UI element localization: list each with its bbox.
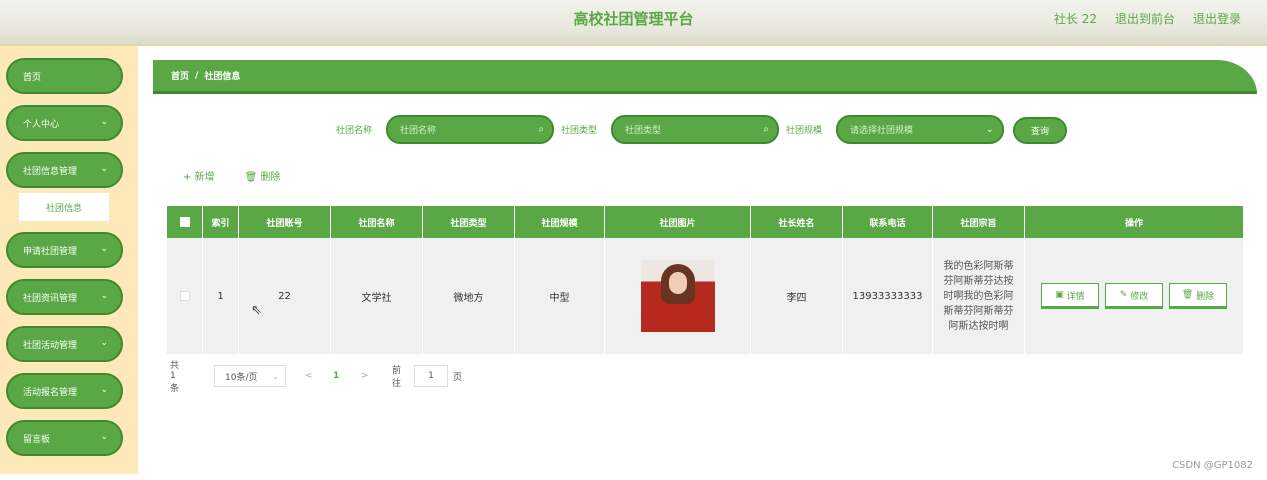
cell-operations: ▣ 详情 ✎ 修改 🗑 删除	[1025, 238, 1243, 354]
page-size-select[interactable]: 10条/页 ⌄	[214, 365, 286, 387]
trash-icon: 🗑	[1181, 290, 1197, 300]
cell-name: 文学社	[331, 238, 423, 354]
mouse-pointer-icon: ⇖	[251, 303, 262, 318]
chevron-down-icon: ⌄	[100, 338, 108, 348]
sidebar-item-label: 活动报名管理	[23, 387, 78, 398]
club-scale-label: 社团规模	[786, 126, 823, 136]
photo-face	[668, 272, 687, 294]
column-header: 联系电话	[843, 206, 933, 238]
goto-label: 前往	[392, 366, 402, 389]
page-number-current[interactable]: 1	[333, 365, 339, 387]
chevron-down-icon: ⌄	[100, 164, 108, 174]
submenu-item-club-info[interactable]: 社团信息	[19, 193, 109, 221]
logout-link[interactable]: 退出登录	[1193, 10, 1241, 27]
chevron-down-icon: ⌄	[100, 385, 108, 395]
select-all-checkbox[interactable]	[179, 217, 190, 227]
sidebar-item-activity-signup[interactable]: 活动报名管理 ⌄	[6, 373, 123, 409]
cell-type: 微地方	[423, 238, 515, 354]
total-count: 共 1 条	[170, 361, 180, 394]
search-icon: ⌕	[538, 124, 544, 135]
search-form: 社团名称 社团名称 ⌕ 社团类型 社团类型 ⌕ 社团规模 请选择社团规模 ⌄ 查…	[0, 115, 1267, 145]
edit-label: 修改	[1130, 291, 1149, 302]
club-type-placeholder: 社团类型	[625, 126, 662, 136]
cell-phone: 13933333333	[843, 238, 933, 354]
column-header: 社团名称	[331, 206, 423, 238]
cell-scale: 中型	[515, 238, 605, 354]
sidebar-item-label: 社团活动管理	[23, 340, 78, 351]
breadcrumb-home[interactable]: 首页	[171, 69, 189, 82]
detail-button[interactable]: ▣ 详情	[1041, 283, 1099, 309]
column-header: 社长姓名	[751, 206, 843, 238]
detail-label: 详情	[1066, 291, 1085, 302]
header-links: 社长 22 退出到前台 退出登录	[1054, 10, 1241, 27]
page-size-value: 10条/页	[225, 372, 258, 383]
column-header: 社团图片	[605, 206, 751, 238]
column-header: 社团宗旨	[933, 206, 1025, 238]
row-select-cell	[167, 238, 203, 354]
cell-index: 1	[203, 238, 239, 354]
club-type-label: 社团类型	[561, 126, 598, 136]
sidebar-item-club-news[interactable]: 社团资讯管理 ⌄	[6, 279, 123, 315]
club-name-label: 社团名称	[336, 126, 373, 136]
cell-account: 22	[239, 238, 331, 354]
chevron-down-icon: ⌄	[100, 432, 108, 442]
chevron-down-icon: ⌄	[272, 371, 279, 381]
sidebar-item-label: 社团资讯管理	[23, 293, 78, 304]
detail-icon: ▣	[1055, 290, 1067, 300]
watermark: CSDN @GP1082	[1172, 460, 1253, 471]
breadcrumb-current: 社团信息	[204, 72, 241, 82]
sidebar-item-label: 申请社团管理	[23, 246, 78, 257]
sidebar-item-label: 首页	[23, 72, 42, 83]
back-to-front-link[interactable]: 退出到前台	[1115, 10, 1175, 27]
goto-page-input[interactable]: 1	[414, 365, 448, 387]
sidebar-item-message-board[interactable]: 留言板 ⌄	[6, 420, 123, 456]
delete-button[interactable]: 🗑 删除	[1169, 283, 1227, 309]
search-icon: ⌕	[763, 124, 769, 135]
delete-label: 删除	[1196, 291, 1215, 302]
sidebar: 首页 个人中心 ⌄ 社团信息管理 ⌄ 社团信息 申请社团管理 ⌄ 社团资讯管理 …	[0, 46, 138, 474]
edit-button[interactable]: ✎ 修改	[1105, 283, 1163, 309]
column-header: 社团账号	[239, 206, 331, 238]
page-suffix: 页	[453, 372, 463, 383]
club-name-input[interactable]: 社团名称 ⌕	[386, 115, 554, 144]
goto-page-value: 1	[428, 371, 434, 381]
table-actions: + 新增 🗑 删除	[183, 168, 280, 183]
select-all-cell	[167, 206, 203, 238]
next-page-button[interactable]: >	[361, 365, 369, 387]
sidebar-item-club-info-management[interactable]: 社团信息管理 ⌄	[6, 152, 123, 188]
cell-aim: 我的色彩阿斯蒂芬阿斯蒂芬达按时啊我的色彩阿斯蒂芬阿斯蒂芬阿斯达按时啊	[933, 238, 1025, 354]
club-type-input[interactable]: 社团类型 ⌕	[611, 115, 779, 144]
edit-icon: ✎	[1119, 290, 1131, 300]
batch-delete-button[interactable]: 🗑 删除	[245, 168, 281, 183]
chevron-down-icon: ⌄	[985, 124, 994, 135]
table-header: 索引 社团账号 社团名称 社团类型 社团规模 社团图片 社长姓名 联系电话 社团…	[167, 206, 1243, 238]
user-label: 社长 22	[1053, 12, 1097, 26]
column-header: 社团类型	[423, 206, 515, 238]
cell-photo	[605, 238, 751, 354]
column-header: 社团规模	[515, 206, 605, 238]
sidebar-item-club-activity[interactable]: 社团活动管理 ⌄	[6, 326, 123, 362]
add-button[interactable]: + 新增	[183, 168, 215, 183]
chevron-down-icon: ⌄	[100, 244, 108, 254]
top-header: 高校社团管理平台 社长 22 退出到前台 退出登录	[0, 0, 1267, 46]
chevron-down-icon: ⌄	[100, 291, 108, 301]
sidebar-item-home[interactable]: 首页	[6, 58, 123, 94]
club-name-placeholder: 社团名称	[400, 126, 437, 136]
column-header: 索引	[203, 206, 239, 238]
table-row: 1 22 文学社 微地方 中型 李四 13933333333 我的色彩阿斯蒂芬阿…	[167, 238, 1243, 354]
club-scale-placeholder: 请选择社团规模	[850, 126, 914, 136]
cell-leader: 李四	[751, 238, 843, 354]
club-table: 索引 社团账号 社团名称 社团类型 社团规模 社团图片 社长姓名 联系电话 社团…	[167, 206, 1243, 354]
prev-page-button[interactable]: <	[305, 365, 313, 387]
club-scale-select[interactable]: 请选择社团规模 ⌄	[836, 115, 1004, 144]
sidebar-item-label: 留言板	[23, 434, 51, 445]
sidebar-item-label: 社团信息管理	[23, 166, 78, 177]
breadcrumb-separator: /	[195, 70, 199, 81]
query-button[interactable]: 查询	[1013, 117, 1067, 144]
sidebar-item-club-application[interactable]: 申请社团管理 ⌄	[6, 232, 123, 268]
breadcrumb: 首页 / 社团信息	[153, 60, 1257, 94]
club-photo[interactable]	[640, 260, 715, 332]
column-header: 操作	[1124, 218, 1143, 229]
row-checkbox[interactable]	[179, 291, 190, 301]
